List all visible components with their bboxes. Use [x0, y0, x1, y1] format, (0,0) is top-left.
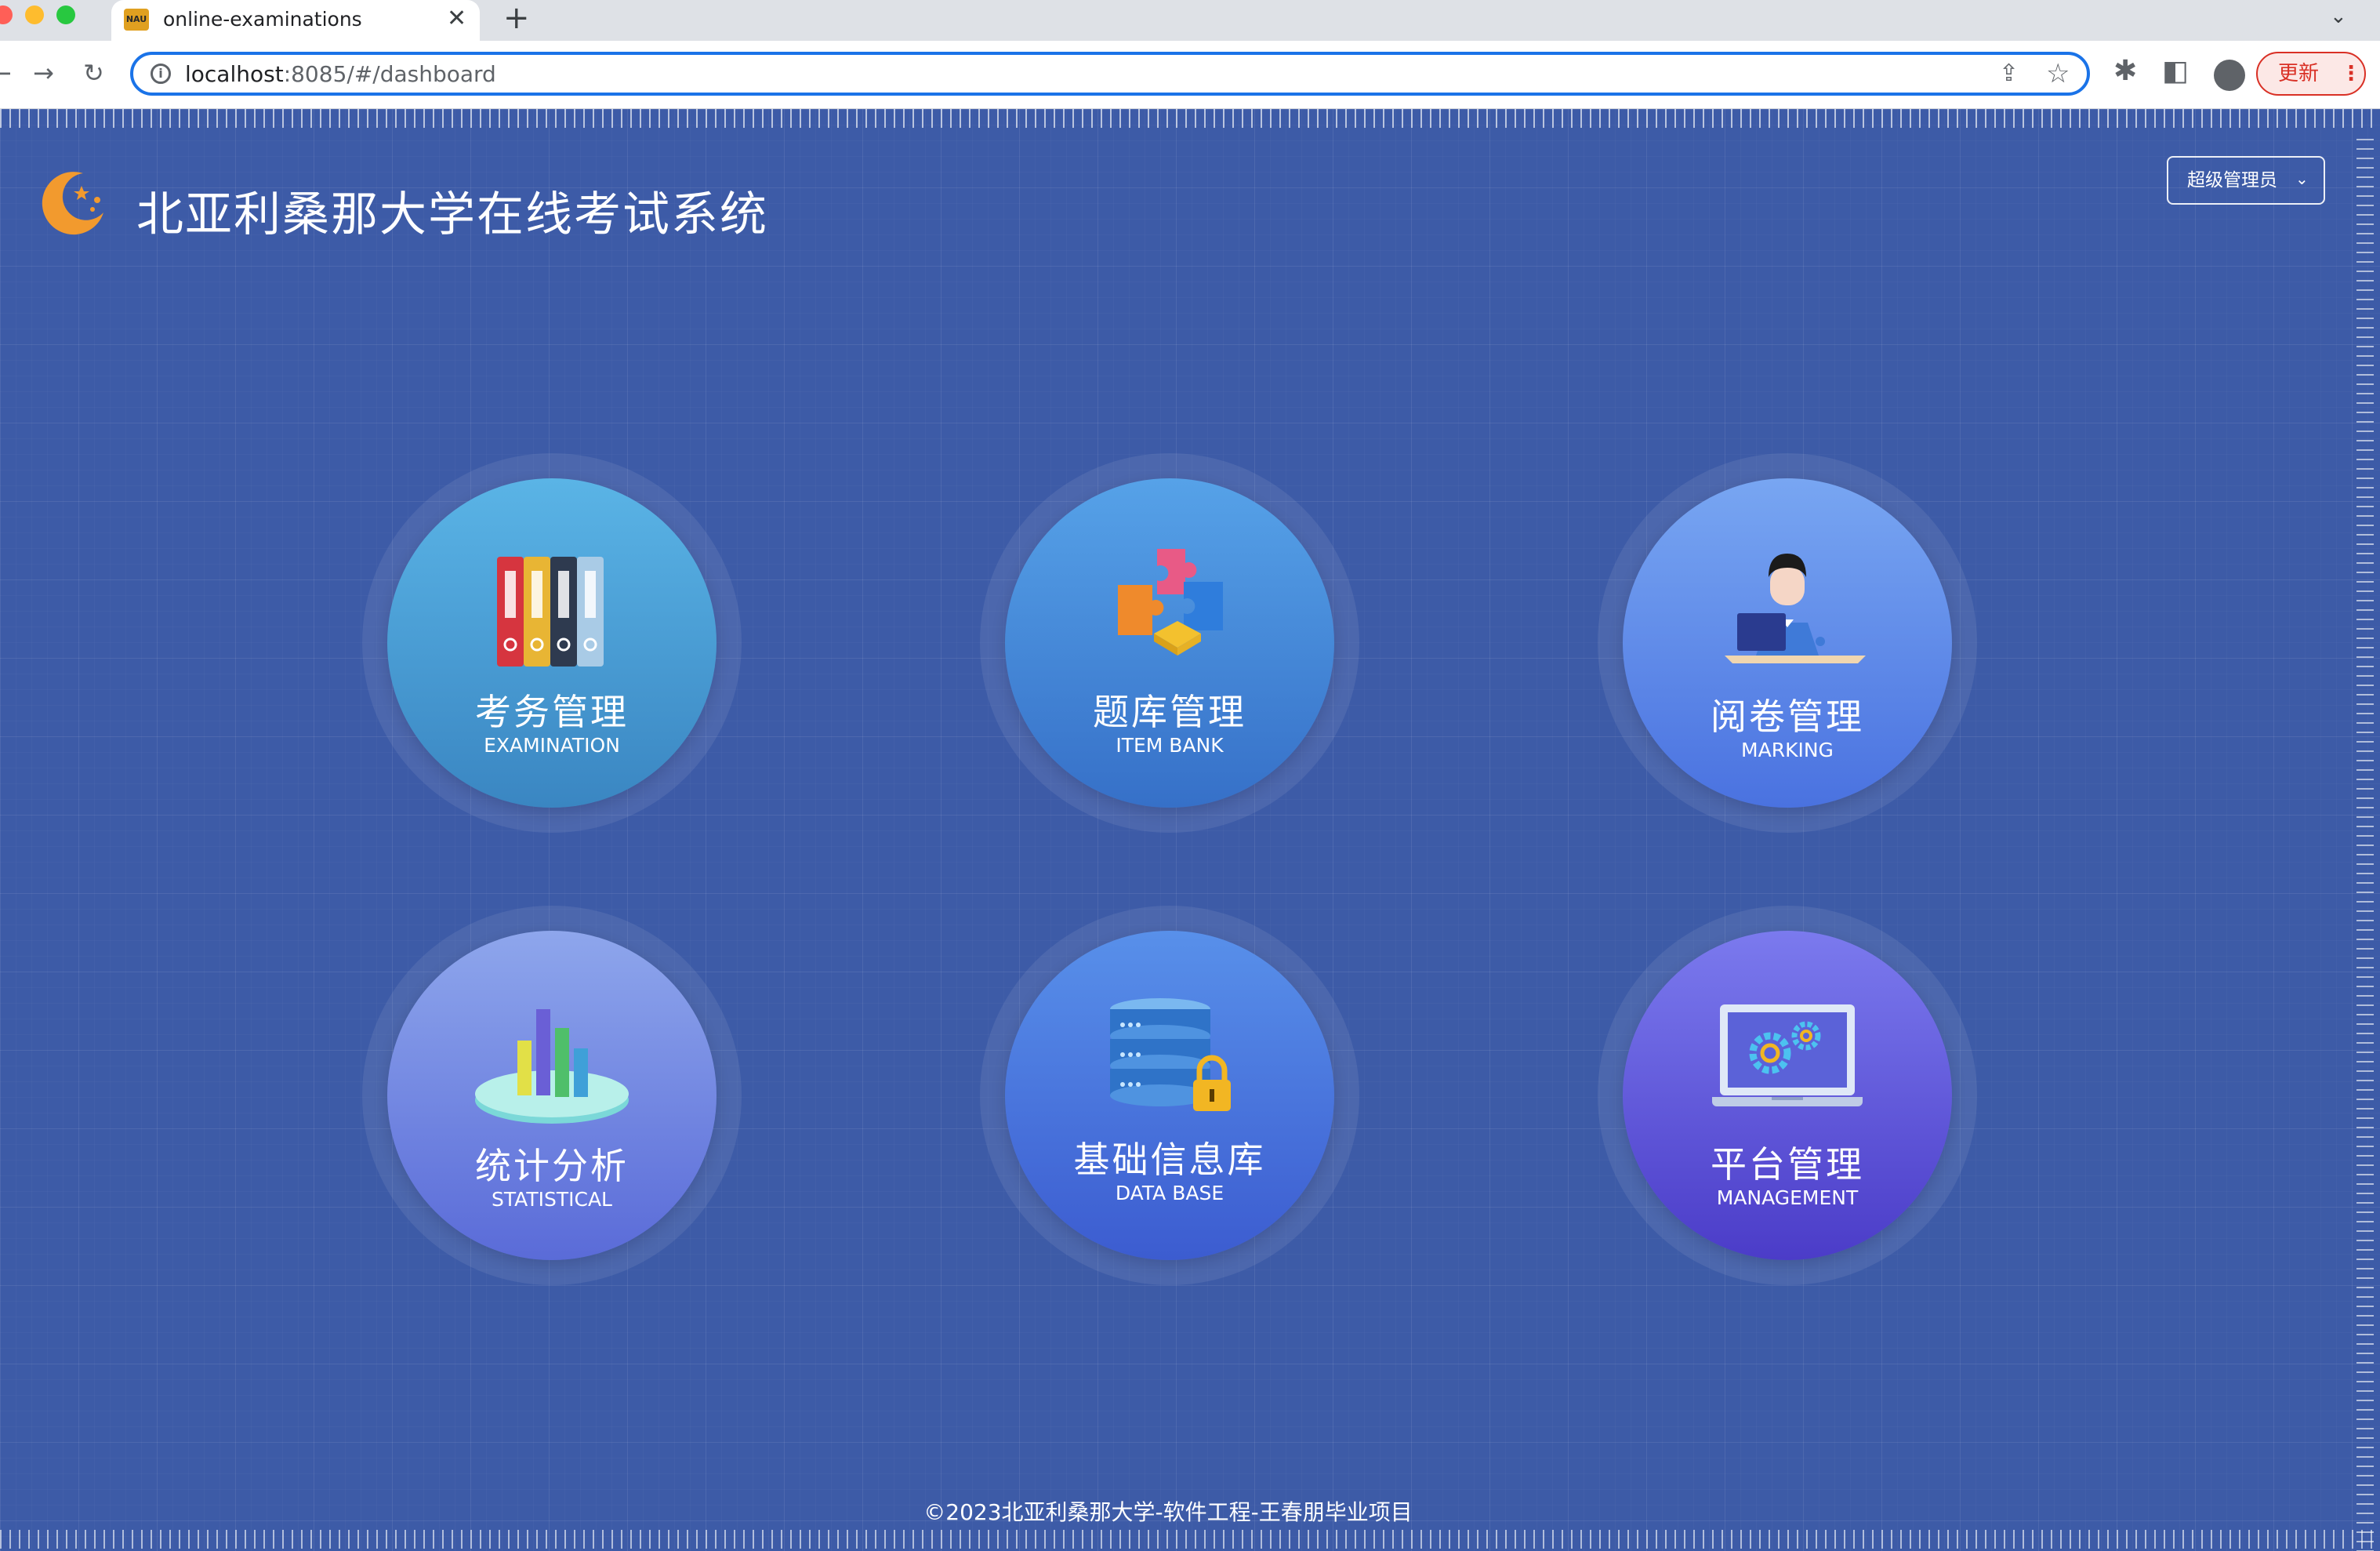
site-info-icon[interactable]: i [151, 64, 171, 84]
window-zoom-button[interactable] [56, 5, 75, 24]
database-lock-icon [1110, 998, 1231, 1111]
favicon-icon: NAU [124, 9, 149, 31]
module-title-cn: 题库管理 [1093, 691, 1246, 733]
window-close-button[interactable] [0, 5, 13, 24]
chevron-down-icon: ⌄ [2295, 169, 2309, 188]
module-management[interactable]: 平台管理 MANAGEMENT [1598, 906, 1977, 1285]
module-title-en: STATISTICAL [491, 1188, 612, 1211]
update-label: 更新 [2278, 62, 2320, 85]
profile-avatar-icon[interactable] [2214, 60, 2245, 91]
module-title-en: MANAGEMENT [1716, 1186, 1859, 1209]
module-title-en: ITEM BANK [1116, 734, 1224, 757]
module-title-cn: 统计分析 [475, 1145, 629, 1187]
module-examination-circle[interactable]: 考务管理 EXAMINATION [387, 478, 717, 808]
module-item-bank-circle[interactable]: 题库管理 ITEM BANK [1005, 478, 1334, 808]
kebab-menu-icon: ⋮ [2341, 62, 2361, 85]
new-tab-button[interactable]: + [503, 0, 530, 36]
window-minimize-button[interactable] [25, 5, 44, 24]
module-item-bank[interactable]: 题库管理 ITEM BANK [980, 453, 1359, 833]
reload-icon[interactable]: ↻ [83, 58, 104, 88]
module-title-en: MARKING [1741, 739, 1834, 761]
url-path: :8085/#/dashboard [283, 61, 496, 87]
browser-tab-active[interactable]: NAU online-examinations ✕ [111, 0, 480, 41]
module-marking[interactable]: 阅卷管理 MARKING [1598, 453, 1977, 833]
right-ruler [2356, 133, 2374, 1551]
teacher-laptop-icon [1725, 554, 1866, 663]
bottom-ruler [0, 1530, 2380, 1549]
laptop-gears-icon [1712, 1004, 1863, 1106]
address-bar[interactable]: i localhost:8085/#/dashboard ⇪ ☆ [130, 52, 2090, 96]
update-button[interactable]: 更新 ⋮ [2256, 52, 2366, 96]
browser-tab-bar: NAU online-examinations ✕ + ⌄ [0, 0, 2380, 41]
bar-chart-icon [475, 1009, 629, 1124]
university-logo-icon [42, 172, 103, 235]
tab-search-chevron-icon[interactable]: ⌄ [2330, 5, 2347, 28]
share-icon[interactable]: ⇪ [1999, 60, 2019, 87]
module-data-base[interactable]: 基础信息库 DATA BASE [980, 906, 1359, 1285]
footer-copyright: ©2023北亚利桑那大学-软件工程-王春朋毕业项目 [923, 1499, 1413, 1525]
module-title-cn: 考务管理 [475, 691, 629, 733]
tab-close-icon[interactable]: ✕ [447, 5, 466, 32]
top-ruler [0, 109, 2380, 128]
binders-icon [497, 557, 604, 667]
module-title-en: DATA BASE [1115, 1182, 1224, 1204]
url-host: localhost [185, 61, 284, 87]
url-text: localhost:8085/#/dashboard [185, 61, 496, 87]
user-role-label: 超级管理员 [2187, 170, 2277, 191]
tab-title: online-examinations [163, 8, 362, 31]
module-data-base-circle[interactable]: 基础信息库 DATA BASE [1005, 931, 1334, 1260]
module-title-cn: 阅卷管理 [1711, 696, 1864, 738]
module-title-cn: 基础信息库 [1073, 1139, 1266, 1181]
browser-toolbar: ← → ↻ i localhost:8085/#/dashboard ⇪ ☆ ✱… [0, 41, 2380, 109]
puzzle-icon [1118, 549, 1223, 656]
module-management-circle[interactable]: 平台管理 MANAGEMENT [1623, 931, 1952, 1260]
module-statistical[interactable]: 统计分析 STATISTICAL [362, 906, 742, 1285]
forward-arrow-icon[interactable]: → [33, 58, 54, 88]
bookmark-star-icon[interactable]: ☆ [2046, 58, 2070, 89]
module-marking-circle[interactable]: 阅卷管理 MARKING [1623, 478, 1952, 808]
side-panel-icon[interactable]: ◧ [2162, 55, 2189, 87]
user-role-dropdown[interactable]: 超级管理员 ⌄ [2167, 156, 2325, 205]
dashboard-page: 北亚利桑那大学在线考试系统 超级管理员 ⌄ 考务管理 EXAMINATION 题… [0, 109, 2380, 1551]
site-title: 北亚利桑那大学在线考试系统 [136, 187, 768, 242]
extensions-puzzle-icon[interactable]: ✱ [2113, 55, 2137, 87]
module-statistical-circle[interactable]: 统计分析 STATISTICAL [387, 931, 717, 1260]
module-title-en: EXAMINATION [484, 734, 620, 757]
back-arrow-icon[interactable]: ← [0, 58, 12, 88]
module-title-cn: 平台管理 [1711, 1143, 1864, 1186]
module-examination[interactable]: 考务管理 EXAMINATION [362, 453, 742, 833]
